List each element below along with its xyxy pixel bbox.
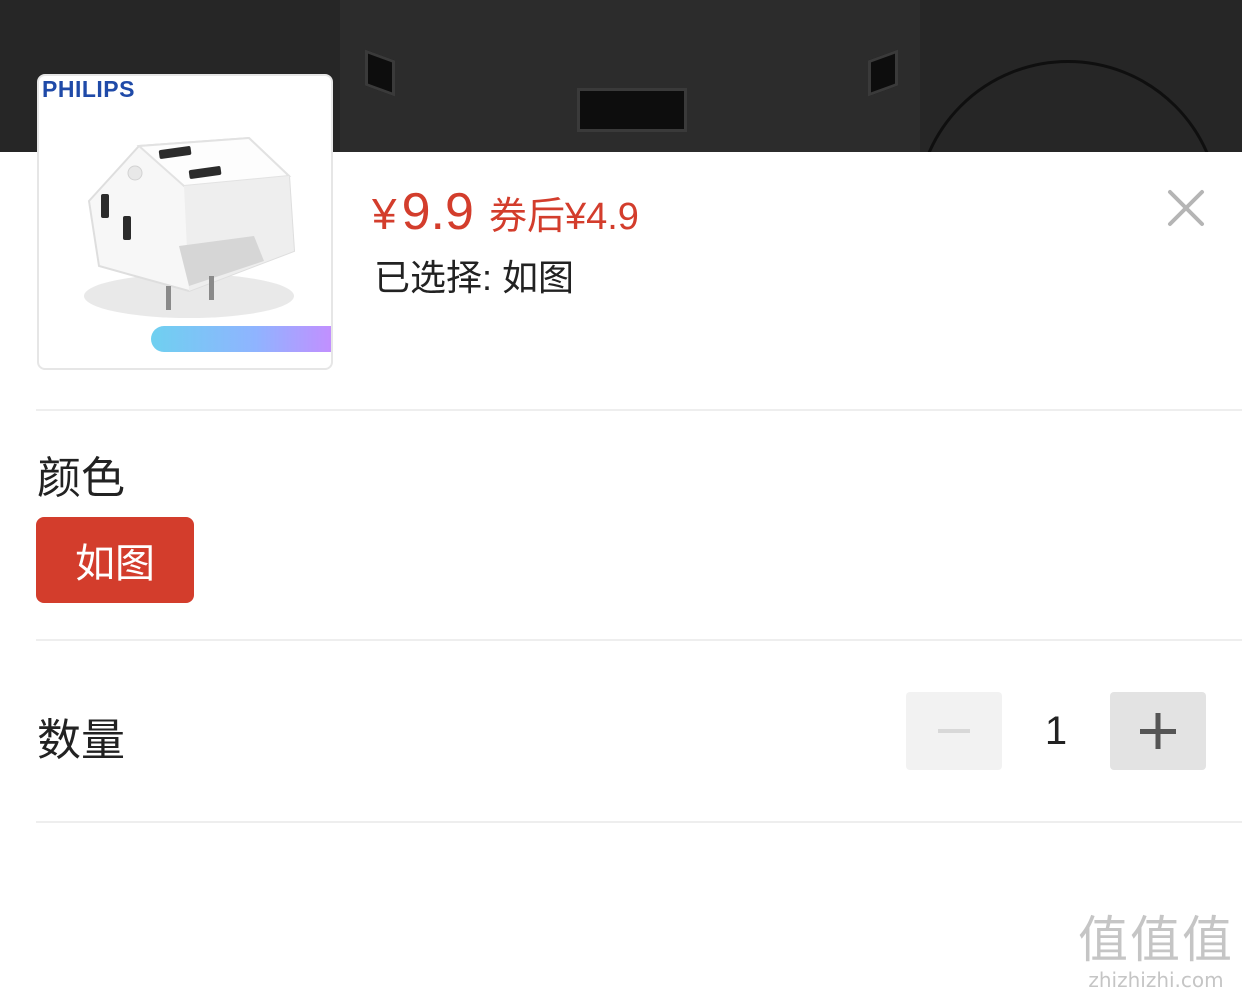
watermark-mark: 值值值: [1078, 911, 1234, 969]
close-icon[interactable]: [1164, 186, 1208, 230]
price-value: 9.9: [401, 183, 474, 241]
background-circle: [915, 60, 1221, 152]
quantity-section-title: 数量: [37, 716, 125, 765]
product-thumbnail[interactable]: PHILIPS: [37, 74, 333, 370]
divider: [36, 409, 1242, 411]
divider: [36, 639, 1242, 641]
quantity-value[interactable]: 1: [1002, 692, 1110, 770]
color-option-selected[interactable]: 如图: [36, 517, 194, 603]
divider: [36, 821, 1242, 823]
price-row: ¥ 9.9 券后¥4.9: [372, 182, 639, 242]
background-usb-port: [577, 88, 687, 132]
site-watermark: 值值值 zhizhizhi.com: [1078, 912, 1234, 992]
quantity-minus-button[interactable]: [906, 692, 1002, 770]
plus-icon: [1140, 713, 1176, 749]
minus-icon: [938, 729, 970, 733]
selected-variant: 已选择: 如图: [374, 257, 575, 298]
price-currency: ¥: [372, 190, 397, 239]
watermark-site: zhizhizhi.com: [1088, 968, 1224, 992]
quantity-plus-button[interactable]: [1110, 692, 1206, 770]
coupon-price: 券后¥4.9: [488, 196, 639, 238]
color-section-title: 颜色: [37, 454, 125, 503]
promo-gradient-strip: [151, 326, 331, 352]
